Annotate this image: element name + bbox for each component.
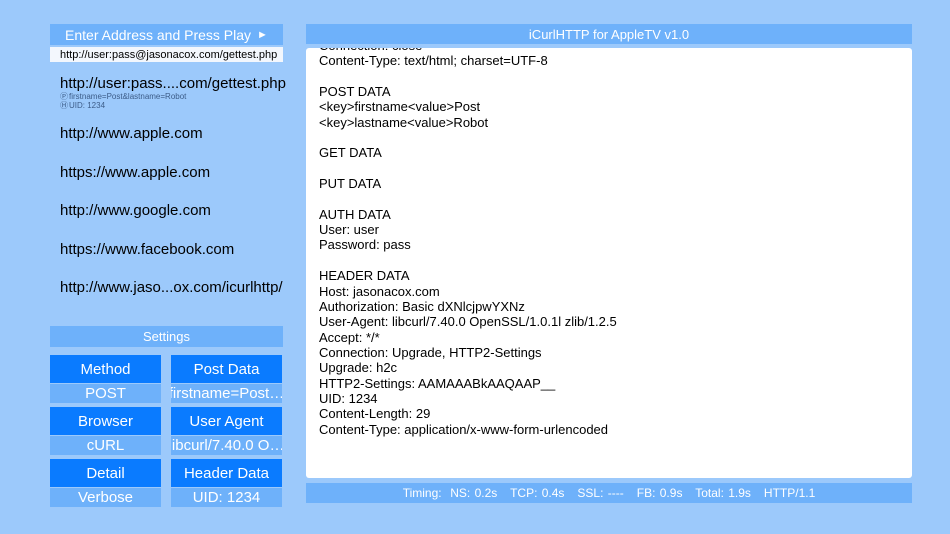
- header-data-setting: Header Data UID: 1234: [171, 459, 282, 507]
- method-setting: Method POST: [50, 355, 161, 403]
- history-item-label: http://www.jaso...ox.com/icurlhttp/: [60, 279, 283, 296]
- history-item[interactable]: http://www.jaso...ox.com/icurlhttp/: [60, 279, 285, 296]
- history-item[interactable]: http://www.google.com: [60, 202, 285, 219]
- address-header: Enter Address and Press Play ►: [50, 24, 283, 45]
- address-header-label: Enter Address and Press Play: [65, 26, 252, 43]
- history-item-label: https://www.facebook.com: [60, 241, 235, 258]
- history-item-uid-detail: UID: 1234: [69, 101, 106, 110]
- header-icon: Ⓗ: [60, 101, 68, 110]
- post-icon: Ⓟ: [60, 92, 68, 101]
- response-output-text: Connection: close Content-Type: text/htm…: [319, 48, 617, 437]
- browser-setting: Browser cURL: [50, 407, 161, 455]
- url-input[interactable]: [50, 47, 283, 62]
- history-item-header-info: ⒽUID: 1234: [60, 101, 285, 110]
- history-item[interactable]: https://www.facebook.com: [60, 241, 285, 258]
- detail-button[interactable]: Detail: [50, 459, 161, 487]
- settings-header-label: Settings: [143, 329, 190, 344]
- detail-setting: Detail Verbose: [50, 459, 161, 507]
- history-item[interactable]: https://www.apple.com: [60, 164, 285, 181]
- history-item[interactable]: http://user:pass....com/gettest.php Ⓟfir…: [60, 75, 286, 110]
- user-agent-value: libcurl/7.40.0 O…: [171, 436, 282, 455]
- history-item-post-info: Ⓟfirstname=Post&lastname=Robot: [60, 92, 285, 101]
- post-data-value: firstname=Post…: [171, 384, 282, 403]
- timing-bar: Timing: NS: 0.2s TCP: 0.4s SSL: ---- FB:…: [306, 483, 912, 503]
- post-data-setting: Post Data firstname=Post…: [171, 355, 282, 403]
- response-output-panel[interactable]: Connection: close Content-Type: text/htm…: [306, 48, 912, 478]
- history-item-label: http://user:pass....com/gettest.php: [60, 75, 286, 92]
- post-data-button[interactable]: Post Data: [171, 355, 282, 383]
- user-agent-setting: User Agent libcurl/7.40.0 O…: [171, 407, 282, 455]
- method-value: POST: [50, 384, 161, 403]
- play-icon[interactable]: ►: [257, 29, 268, 41]
- user-agent-button[interactable]: User Agent: [171, 407, 282, 435]
- app-title-bar: iCurlHTTP for AppleTV v1.0: [306, 24, 912, 44]
- settings-header: Settings: [50, 326, 283, 347]
- method-button[interactable]: Method: [50, 355, 161, 383]
- history-item-label: https://www.apple.com: [60, 164, 211, 181]
- header-data-button[interactable]: Header Data: [171, 459, 282, 487]
- detail-value: Verbose: [50, 488, 161, 507]
- history-item[interactable]: http://www.apple.com: [60, 125, 285, 142]
- history-item-post-detail: firstname=Post&lastname=Robot: [69, 92, 187, 101]
- timing-text: Timing: NS: 0.2s TCP: 0.4s SSL: ---- FB:…: [402, 486, 816, 500]
- browser-button[interactable]: Browser: [50, 407, 161, 435]
- history-item-label: http://www.google.com: [60, 202, 211, 219]
- browser-value: cURL: [50, 436, 161, 455]
- app-title: iCurlHTTP for AppleTV v1.0: [528, 26, 690, 42]
- header-data-value: UID: 1234: [171, 488, 282, 507]
- history-item-label: http://www.apple.com: [60, 125, 203, 142]
